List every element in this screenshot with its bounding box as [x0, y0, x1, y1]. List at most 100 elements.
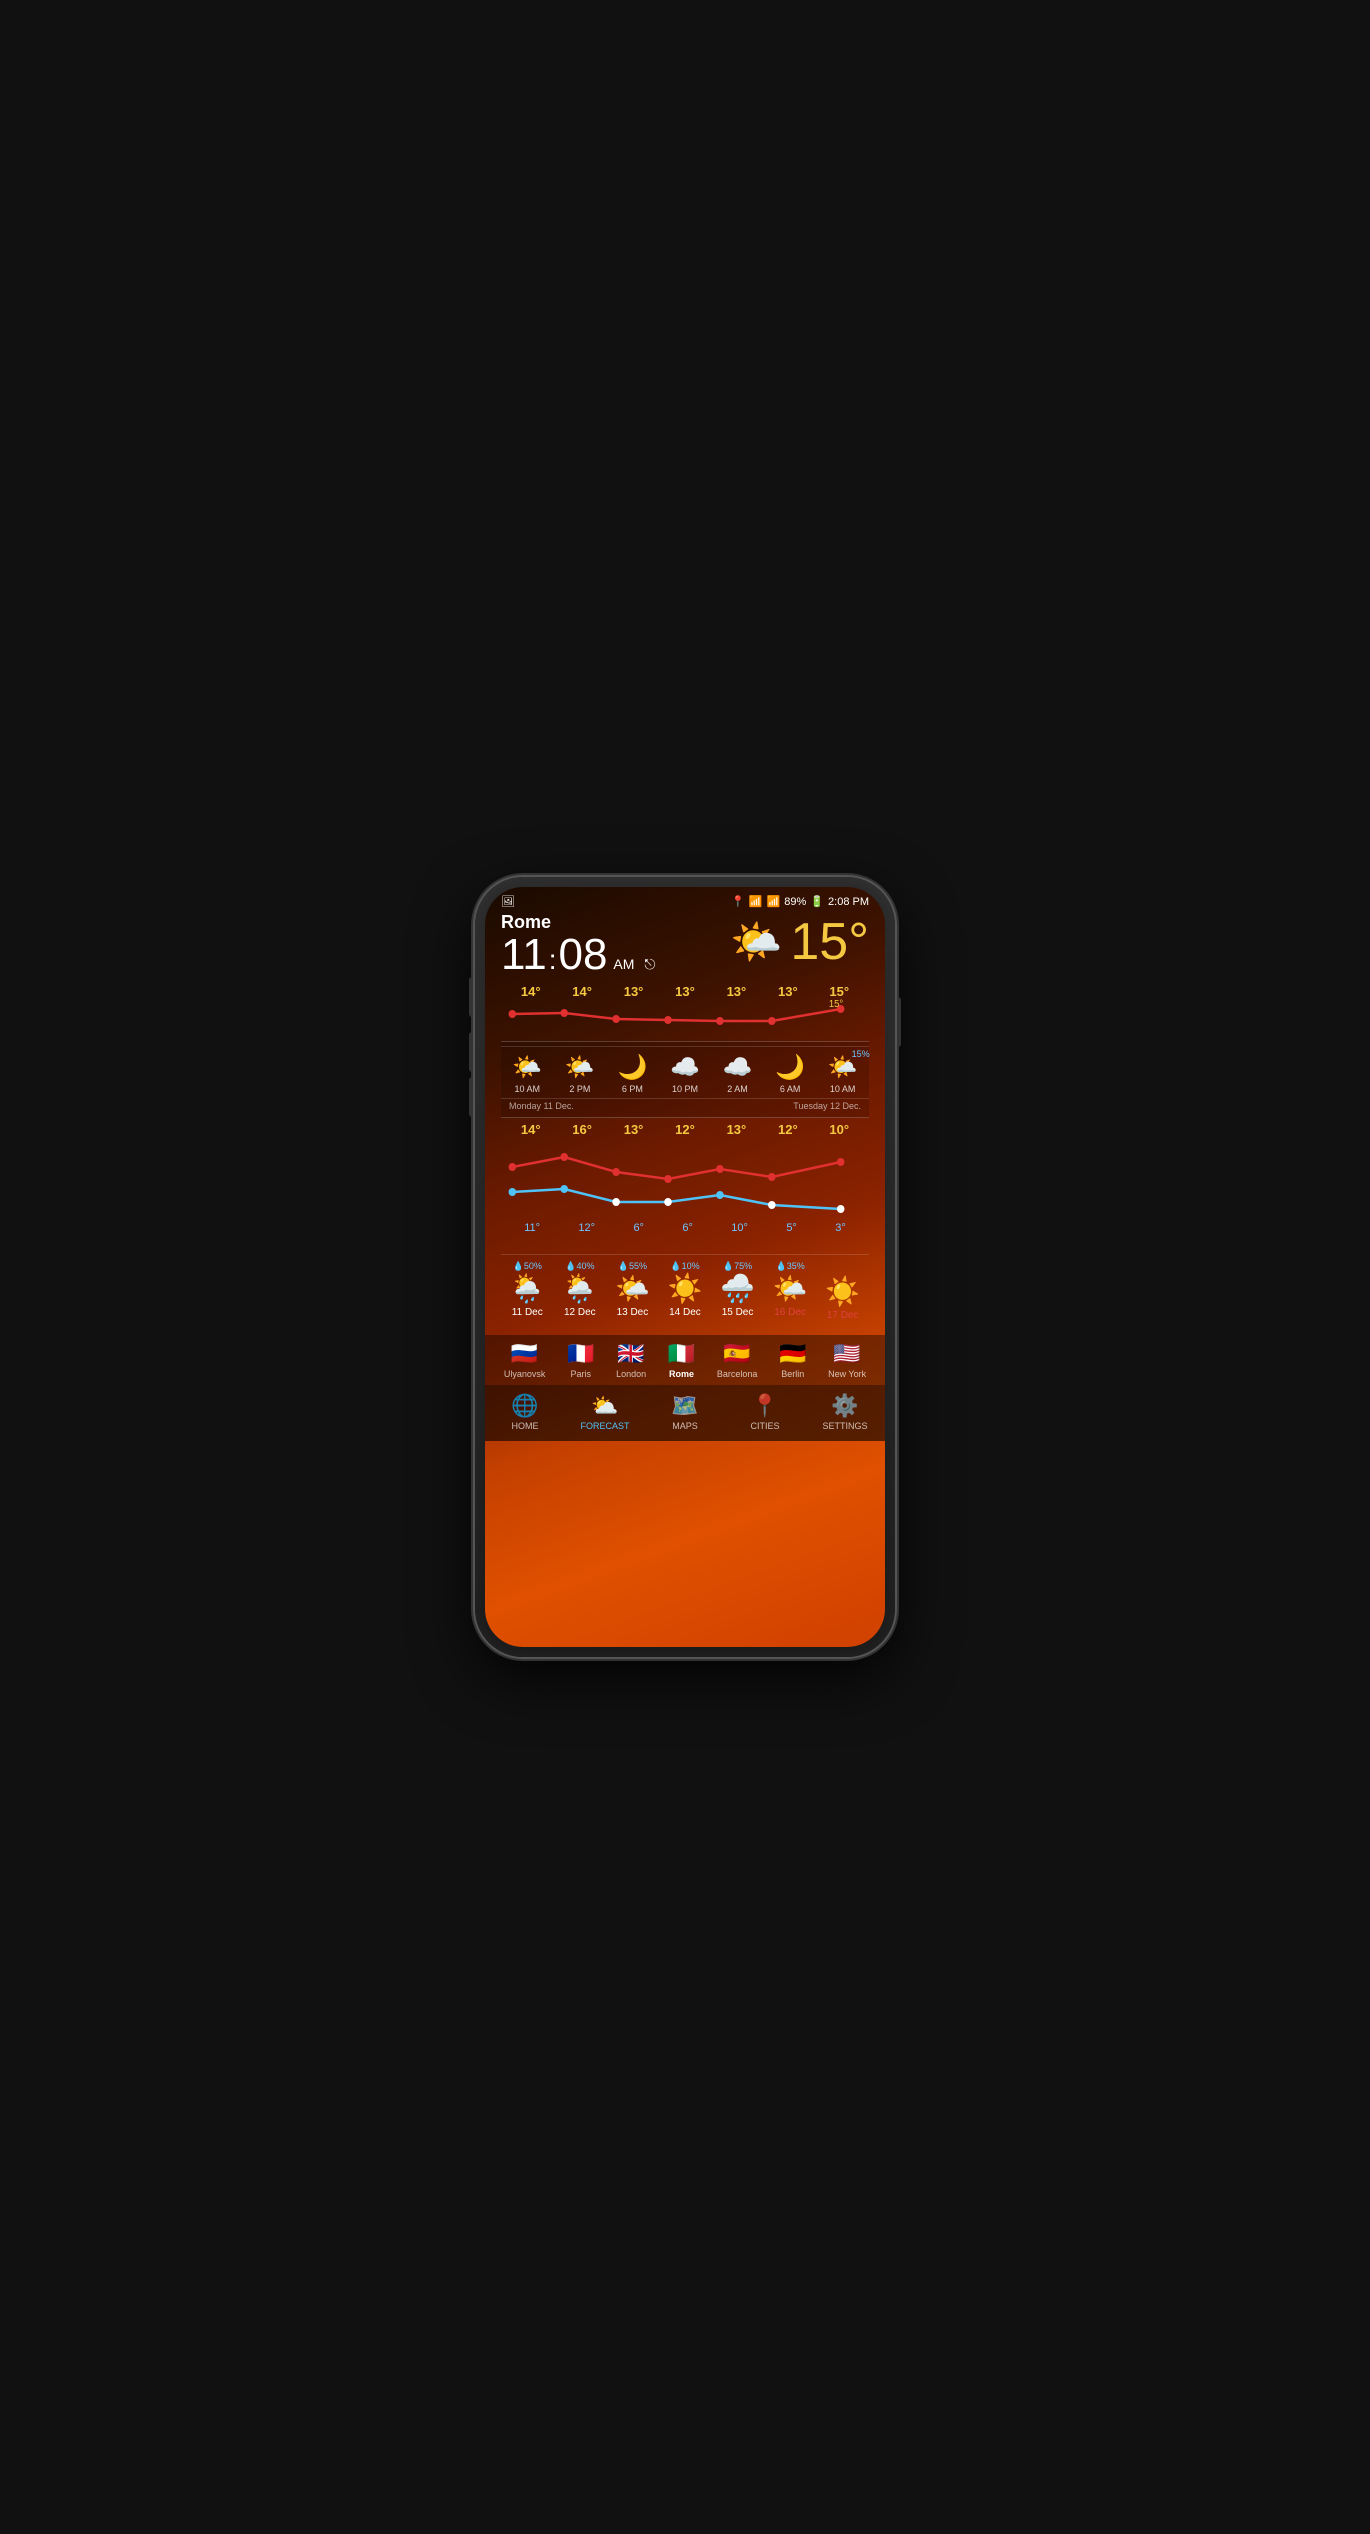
daily-date-0: 11 Dec	[510, 1307, 545, 1318]
hourly-temp-1: 14°	[572, 984, 592, 999]
daily-high-4: 13°	[727, 1122, 747, 1137]
daily-icon-2: 🌤️	[615, 1272, 650, 1305]
flag-city-4: Barcelona	[717, 1369, 758, 1379]
date-labels: Monday 11 Dec. Tuesday 12 Dec.	[501, 1099, 869, 1113]
daily-forecast-row: 💧50% 🌦️ 11 Dec 💧40% 🌦️ 12 Dec 💧55% 🌤️ 13…	[501, 1254, 869, 1327]
hour-time-3: 10 PM	[670, 1084, 700, 1094]
nav-forecast-label: FORECAST	[565, 1421, 645, 1431]
daily-low-0: 11°	[524, 1222, 540, 1234]
hour-icon-3: ☁️	[670, 1053, 700, 1082]
cities-icon: 📍	[725, 1393, 805, 1419]
hour-time-6: 10 AM	[828, 1084, 858, 1094]
daily-icon-4: 🌧️	[720, 1272, 755, 1305]
daily-item-4: 💧75% 🌧️ 15 Dec	[720, 1261, 755, 1321]
hour-time-0: 10 AM	[512, 1084, 542, 1094]
city-flag-2[interactable]: 🇬🇧 London	[616, 1341, 646, 1379]
date-label-right: Tuesday 12 Dec.	[793, 1101, 861, 1111]
hourly-temp-chart: 14° 14° 13° 13° 13° 13° 15°	[501, 982, 869, 1039]
hour-time-5: 6 AM	[775, 1084, 805, 1094]
hourly-temp-4: 13°	[727, 984, 747, 999]
city-flag-4[interactable]: 🇪🇸 Barcelona	[717, 1341, 758, 1379]
daily-high-0: 14°	[521, 1122, 541, 1137]
daily-date-3: 14 Dec	[668, 1307, 703, 1318]
flag-2: 🇬🇧	[616, 1341, 646, 1367]
location-icon: 📍	[731, 895, 745, 908]
maps-icon: 🗺️	[645, 1393, 725, 1419]
nav-maps[interactable]: 🗺️ MAPS	[645, 1393, 725, 1431]
daily-chart-area: 14° 16° 13° 12° 13° 12° 10°	[501, 1120, 869, 1250]
hourly-temp-3: 13°	[675, 984, 695, 999]
flag-city-1: Paris	[567, 1369, 594, 1379]
daily-item-1: 💧40% 🌦️ 12 Dec	[562, 1261, 597, 1321]
status-right: 📍 📶 📶 89% 🔋 2:08 PM	[731, 895, 869, 908]
nav-home-label: HOME	[485, 1421, 565, 1431]
nav-settings-label: SETTINGS	[805, 1421, 885, 1431]
city-flag-5[interactable]: 🇩🇪 Berlin	[779, 1341, 806, 1379]
hour-icon-0: 🌤️	[512, 1053, 542, 1082]
hour-item-1: 🌤️ 2 PM	[565, 1051, 595, 1094]
flag-city-0: Ulyanovsk	[504, 1369, 546, 1379]
nav-forecast[interactable]: ⛅ FORECAST	[565, 1393, 645, 1431]
daily-item-2: 💧55% 🌤️ 13 Dec	[615, 1261, 650, 1321]
daily-high-6: 10°	[829, 1122, 849, 1137]
daily-item-6: ☀️ 17 Dec	[825, 1261, 860, 1321]
rain-pct-5: 💧35%	[773, 1261, 808, 1272]
hourly-temp-0: 14°	[521, 984, 541, 999]
hourly-icons-row: 🌤️ 10 AM 🌤️ 2 PM 🌙 6 PM ☁️ 10 PM	[501, 1046, 869, 1099]
daily-high-1: 16°	[572, 1122, 592, 1137]
hour-icon-4: ☁️	[723, 1053, 753, 1082]
city-flag-0[interactable]: 🇷🇺 Ulyanovsk	[504, 1341, 546, 1379]
hourly-temp-5: 13°	[778, 984, 798, 999]
hour-item-5: 🌙 6 AM	[775, 1051, 805, 1094]
daily-low-5: 5°	[786, 1222, 797, 1234]
city-flag-1[interactable]: 🇫🇷 Paris	[567, 1341, 594, 1379]
rain-pct-2: 💧55%	[615, 1261, 650, 1272]
rain-pct-3: 💧10%	[668, 1261, 703, 1272]
daily-line-chart	[501, 1137, 869, 1217]
city-flag-6[interactable]: 🇺🇸 New York	[828, 1341, 866, 1379]
daily-icon-0: 🌦️	[510, 1272, 545, 1305]
daily-high-3: 12°	[675, 1122, 695, 1137]
daily-item-0: 💧50% 🌦️ 11 Dec	[510, 1261, 545, 1321]
current-temperature: 15°	[790, 912, 869, 972]
phone-frame: 🖼 📍 📶 📶 89% 🔋 2:08 PM Rome 11 : 08	[475, 877, 895, 1657]
signal-icon: 📶	[767, 895, 781, 908]
hour-time-2: 6 PM	[617, 1084, 647, 1094]
nav-maps-label: MAPS	[645, 1421, 725, 1431]
hour-item-6: 🌤️ 15% 10 AM	[828, 1051, 858, 1094]
daily-icon-1: 🌦️	[562, 1272, 597, 1305]
flag-city-3: Rome	[668, 1369, 695, 1379]
share-icon[interactable]: ⎋	[644, 956, 655, 973]
flag-city-5: Berlin	[779, 1369, 806, 1379]
city-flag-3[interactable]: 🇮🇹 Rome	[668, 1341, 695, 1379]
flag-4: 🇪🇸	[717, 1341, 758, 1367]
hour-item-4: ☁️ 2 AM	[723, 1051, 753, 1094]
rain-pct-0: 💧50%	[510, 1261, 545, 1272]
forecast-icon: ⛅	[565, 1393, 645, 1419]
time-ampm: AM	[609, 956, 634, 976]
hourly-temp-6: 15°	[829, 984, 849, 999]
rain-pct-1: 💧40%	[562, 1261, 597, 1272]
daily-low-3: 6°	[682, 1222, 693, 1234]
daily-date-4: 15 Dec	[720, 1307, 755, 1318]
home-icon: 🌐	[485, 1393, 565, 1419]
battery-icon: 🔋	[810, 895, 824, 908]
daily-date-2: 13 Dec	[615, 1307, 650, 1318]
daily-low-2: 6°	[633, 1222, 644, 1234]
nav-settings[interactable]: ⚙️ SETTINGS	[805, 1393, 885, 1431]
daily-low-6: 3°	[835, 1222, 846, 1234]
date-label-left: Monday 11 Dec.	[509, 1101, 574, 1111]
daily-low-labels: 11° 12° 6° 6° 10° 5° 3°	[501, 1222, 869, 1234]
nav-home[interactable]: 🌐 HOME	[485, 1393, 565, 1431]
status-bar: 🖼 📍 📶 📶 89% 🔋 2:08 PM	[485, 887, 885, 912]
hour-item-3: ☁️ 10 PM	[670, 1051, 700, 1094]
rain-badge-6: 15%	[852, 1049, 870, 1059]
status-time: 2:08 PM	[828, 896, 869, 908]
flag-city-2: London	[616, 1369, 646, 1379]
wifi-icon: 📶	[749, 895, 763, 908]
flag-city-6: New York	[828, 1369, 866, 1379]
nav-cities[interactable]: 📍 CITIES	[725, 1393, 805, 1431]
flag-6: 🇺🇸	[828, 1341, 866, 1367]
time-min: 08	[558, 933, 607, 977]
daily-icon-5: 🌤️	[773, 1272, 808, 1305]
